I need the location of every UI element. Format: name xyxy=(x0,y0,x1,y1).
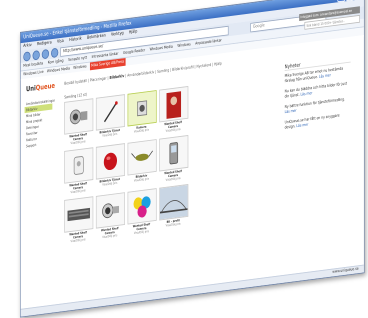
menu-item-file[interactable]: Arkiv xyxy=(23,42,31,51)
grid-item[interactable]: Bildarkiv Tjänst Visa/Dölj pris xyxy=(96,143,124,190)
news-text: Ny bättre funktion för tjänsteförmedling… xyxy=(285,98,345,110)
site-logo[interactable]: UniQueue xyxy=(26,82,55,93)
news-sidebar: Nyheter Mika Sverige AB tar emot nu best… xyxy=(285,56,351,137)
news-link[interactable]: Läs mer xyxy=(301,92,313,98)
screenshot-stage: UniQueue.se - Enkel tjänsteförmedling - … xyxy=(0,0,368,316)
back-icon[interactable] xyxy=(23,51,30,61)
page-content: Inloggad som: anvandare@exempel.se Sök b… xyxy=(21,35,364,310)
breadcrumb-item[interactable]: Användarbildarkiv xyxy=(127,71,154,79)
bridge-image[interactable] xyxy=(159,184,188,220)
reload-icon[interactable] xyxy=(42,48,49,58)
breadcrumb-item[interactable]: Hjälp xyxy=(214,62,222,67)
news-item: UniQueue.se har fått en ny snyggare desi… xyxy=(285,112,351,131)
breadcrumb-item[interactable]: Beställ bydställ xyxy=(64,79,87,86)
breadcrumb-item[interactable]: Nyckelord xyxy=(196,63,211,69)
grid-item[interactable]: Wanted Shelf Camera Visa/Dölj pris xyxy=(64,147,92,194)
insect-image[interactable] xyxy=(128,139,157,175)
phone-image[interactable] xyxy=(159,135,188,171)
keyboard-image[interactable] xyxy=(64,196,93,232)
browser-window: UniQueue.se - Enkel tjänsteförmedling - … xyxy=(20,0,365,318)
grid-item[interactable]: Wanted Shelf Camera Visa/Dölj pris xyxy=(96,192,124,239)
red-ball-image[interactable] xyxy=(96,143,125,179)
grid-item[interactable]: Wanted Shelf Camera Visa/Dölj pris xyxy=(159,135,187,182)
grid-item[interactable]: Wanted Shelf Camera Visa/Dölj pris xyxy=(64,196,92,243)
news-text: UniQueue.se har fått en ny snyggare desi… xyxy=(285,114,340,131)
forward-icon[interactable] xyxy=(33,50,40,60)
news-link[interactable]: Läs mer xyxy=(319,74,331,80)
camera-image[interactable] xyxy=(64,98,93,134)
grid-item[interactable]: Wanted Shelf Camera Visa/Dölj pris xyxy=(128,188,156,235)
news-link[interactable]: Läs mer xyxy=(296,123,308,129)
logo-right: Queue xyxy=(36,82,55,92)
menu-item-view[interactable]: Visa xyxy=(57,38,64,47)
color-circles-image[interactable] xyxy=(128,188,157,224)
grid-item[interactable]: BK - profil Visa/Dölj pris xyxy=(159,184,187,231)
home-icon[interactable] xyxy=(51,47,58,57)
grid-item[interactable]: Wanted Shelf Camera Visa/Dölj pris xyxy=(64,98,92,145)
menu-item-tools[interactable]: Verktyg xyxy=(111,30,124,39)
portrait-image[interactable] xyxy=(159,86,188,122)
left-sidebar: Användarinställningar Bildarkiv Mina bil… xyxy=(25,97,53,149)
news-link[interactable]: Läs mer xyxy=(285,109,297,115)
grid-item[interactable]: Wanted Shelf Camera Visa/Dölj pris xyxy=(159,86,187,133)
toy-image[interactable] xyxy=(64,147,93,183)
menu-item-help[interactable]: Hjälp xyxy=(129,28,137,37)
device-image[interactable] xyxy=(128,90,157,126)
camera-image[interactable] xyxy=(96,192,125,228)
news-text: Nu kan du bläddra och hitta bilder för j… xyxy=(285,82,347,99)
breadcrumb-item-active[interactable]: Bildarkiv xyxy=(109,74,124,80)
product-grid: Samling (12 st) Wanted Shelf Camera Visa… xyxy=(64,69,275,249)
breadcrumb-item[interactable]: Bildarkiv/profil xyxy=(172,66,193,73)
grid-item[interactable]: Bildarkiv Visa/Dölj pris xyxy=(128,139,156,186)
logo-left: Uni xyxy=(26,84,36,93)
breadcrumb-item[interactable]: Placeringar xyxy=(90,77,107,83)
pen-image[interactable] xyxy=(96,94,125,130)
menu-item-history[interactable]: Historik xyxy=(69,35,82,44)
grid-item-selected[interactable]: Kamera Visa/Dölj pris xyxy=(128,90,156,137)
breadcrumb-item[interactable]: Samling xyxy=(157,69,169,75)
grid-item[interactable]: Bildarkiv Tjänst Visa/Dölj pris xyxy=(96,94,124,141)
